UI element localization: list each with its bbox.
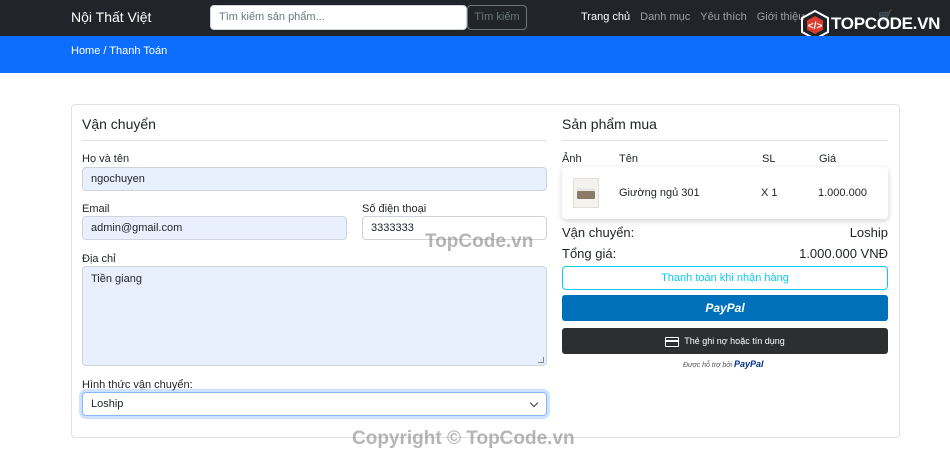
resize-handle-icon[interactable] xyxy=(538,357,544,363)
breadcrumb-banner: Home / Thanh Toán xyxy=(0,36,950,73)
search-input[interactable]: Tìm kiếm sản phẩm... xyxy=(210,5,467,30)
order-title: Sản phẩm mua xyxy=(562,116,657,132)
paypal-button[interactable]: PayPal xyxy=(562,295,888,321)
name-label: Họ và tên xyxy=(82,153,130,165)
total-value: 1.000.000 VNĐ xyxy=(799,246,888,261)
total-label: Tổng giá: xyxy=(562,246,617,261)
table-row: Giường ngủ 301 X 1 1.000.000 xyxy=(562,167,888,219)
email-field[interactable]: admin@gmail.com xyxy=(82,216,347,240)
watermark-text: TopCode.vn xyxy=(425,231,534,252)
col-header-qty: SL xyxy=(762,153,776,165)
svg-text:</>: </> xyxy=(808,21,823,32)
nav-link-categories[interactable]: Danh mục xyxy=(640,11,690,23)
product-price: 1.000.000 xyxy=(818,187,867,199)
product-name: Giường ngủ 301 xyxy=(619,187,700,199)
col-header-price: Giá xyxy=(819,153,837,165)
shipping-method-value: Loship xyxy=(91,398,124,410)
address-value: Tiền giang xyxy=(91,273,142,285)
shipping-summary-value: Loship xyxy=(849,225,888,240)
product-image xyxy=(573,178,599,208)
card-payment-button[interactable]: Thẻ ghi nợ hoặc tín dụng xyxy=(562,328,888,354)
navbar: Nội Thất Việt Tìm kiếm sản phẩm... Tìm k… xyxy=(0,0,950,40)
col-header-name: Tên xyxy=(619,153,638,165)
brand-logo[interactable]: Nội Thất Việt xyxy=(71,9,151,25)
cod-button[interactable]: Thanh toán khi nhận hàng xyxy=(562,266,888,290)
powered-by-paypal: Được hỗ trợ bởi PayPal xyxy=(683,359,764,369)
topcode-logo-text: TOPCODE.VN xyxy=(831,14,941,33)
address-textarea[interactable]: Tiền giang xyxy=(82,266,547,366)
order-divider xyxy=(562,140,888,141)
phone-label: Số điện thoại xyxy=(362,203,427,215)
nav-link-home[interactable]: Trang chủ xyxy=(581,11,630,23)
checkout-card: Vận chuyển Họ và tên ngochuyen Email adm… xyxy=(71,104,900,438)
shipping-title: Vận chuyển xyxy=(82,116,156,132)
shipping-summary-label: Vận chuyển: xyxy=(562,225,635,240)
card-payment-label: Thẻ ghi nợ hoặc tín dụng xyxy=(684,336,785,346)
search-button[interactable]: Tìm kiếm xyxy=(467,5,527,30)
product-qty: X 1 xyxy=(761,187,778,199)
col-header-image: Ảnh xyxy=(562,153,582,165)
name-field[interactable]: ngochuyen xyxy=(82,167,547,191)
nav-link-favorites[interactable]: Yêu thích xyxy=(700,11,746,23)
chevron-down-icon xyxy=(529,398,539,408)
copyright-watermark: Copyright © TopCode.vn xyxy=(352,428,575,449)
shipping-method-select[interactable]: Loship xyxy=(82,392,547,416)
address-label: Địa chỉ xyxy=(82,253,116,265)
email-label: Email xyxy=(82,203,110,215)
powered-by-text: Được hỗ trợ bởi xyxy=(683,362,733,369)
shipping-divider xyxy=(82,140,547,141)
shipping-method-label: Hình thức vận chuyển: xyxy=(82,379,193,391)
breadcrumb[interactable]: Home / Thanh Toán xyxy=(71,45,167,57)
paypal-brand-text: PayPal xyxy=(733,359,764,369)
credit-card-icon xyxy=(665,336,680,347)
nav-link-about[interactable]: Giới thiệu xyxy=(757,11,805,23)
nav-links: Trang chủ Danh mục Yêu thích Giới thiệu xyxy=(581,11,814,23)
